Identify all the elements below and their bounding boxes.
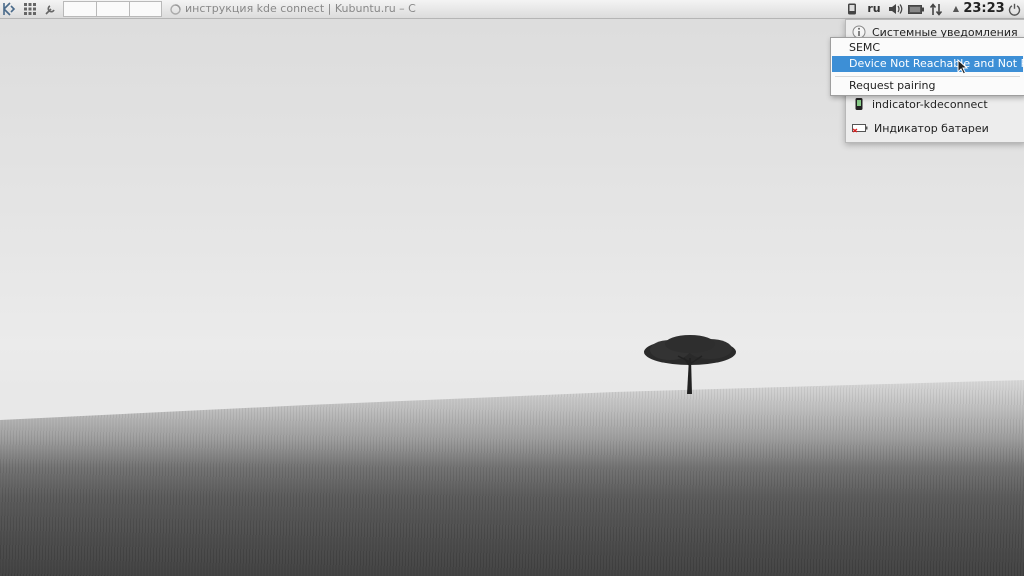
menu-item-request-pairing[interactable]: Request pairing	[832, 78, 1023, 94]
app-grid-icon[interactable]	[21, 1, 39, 17]
virtual-desktop-1[interactable]	[63, 1, 97, 17]
mouse-cursor-icon	[957, 59, 969, 75]
taskbar-window-title: инструкция kde connect | Kubuntu.ru – C	[185, 2, 416, 15]
clock[interactable]: 23:23	[963, 1, 1004, 17]
kdeconnect-context-menu: SEMC Device Not Reachable and Not Paired…	[830, 37, 1024, 96]
tray-entry-label: Индикатор батареи	[874, 121, 989, 135]
browser-icon	[170, 3, 181, 15]
tray-expand-arrow-icon[interactable]: ▲	[950, 1, 962, 17]
virtual-desktop-2[interactable]	[96, 1, 130, 17]
phone-tray-icon[interactable]	[845, 1, 859, 17]
power-icon[interactable]	[1006, 1, 1022, 17]
tree-image	[644, 335, 736, 394]
tray-entry-kdeconnect[interactable]: indicator-kdeconnect	[852, 94, 988, 114]
phone-icon	[855, 98, 863, 110]
tray-entry-battery[interactable]: Индикатор батареи	[852, 118, 989, 138]
settings-tool-icon[interactable]	[41, 1, 59, 17]
menu-device-name: SEMC	[849, 41, 881, 54]
tray-entry-label: indicator-kdeconnect	[872, 97, 988, 111]
volume-icon[interactable]	[886, 1, 904, 17]
kde-menu-icon[interactable]	[0, 1, 18, 17]
menu-separator	[835, 76, 1020, 77]
network-transfer-icon[interactable]	[929, 1, 943, 17]
battery-icon	[852, 124, 868, 133]
virtual-desktop-3[interactable]	[129, 1, 162, 17]
battery-tray-icon[interactable]	[907, 1, 925, 17]
top-panel: инструкция kde connect | Kubuntu.ru – C …	[0, 0, 1024, 19]
menu-item-device-status[interactable]: Device Not Reachable and Not Paired	[832, 56, 1024, 72]
keyboard-layout-indicator[interactable]: ru	[866, 1, 882, 17]
taskbar-window-item[interactable]: инструкция kde connect | Kubuntu.ru – C	[170, 2, 416, 16]
